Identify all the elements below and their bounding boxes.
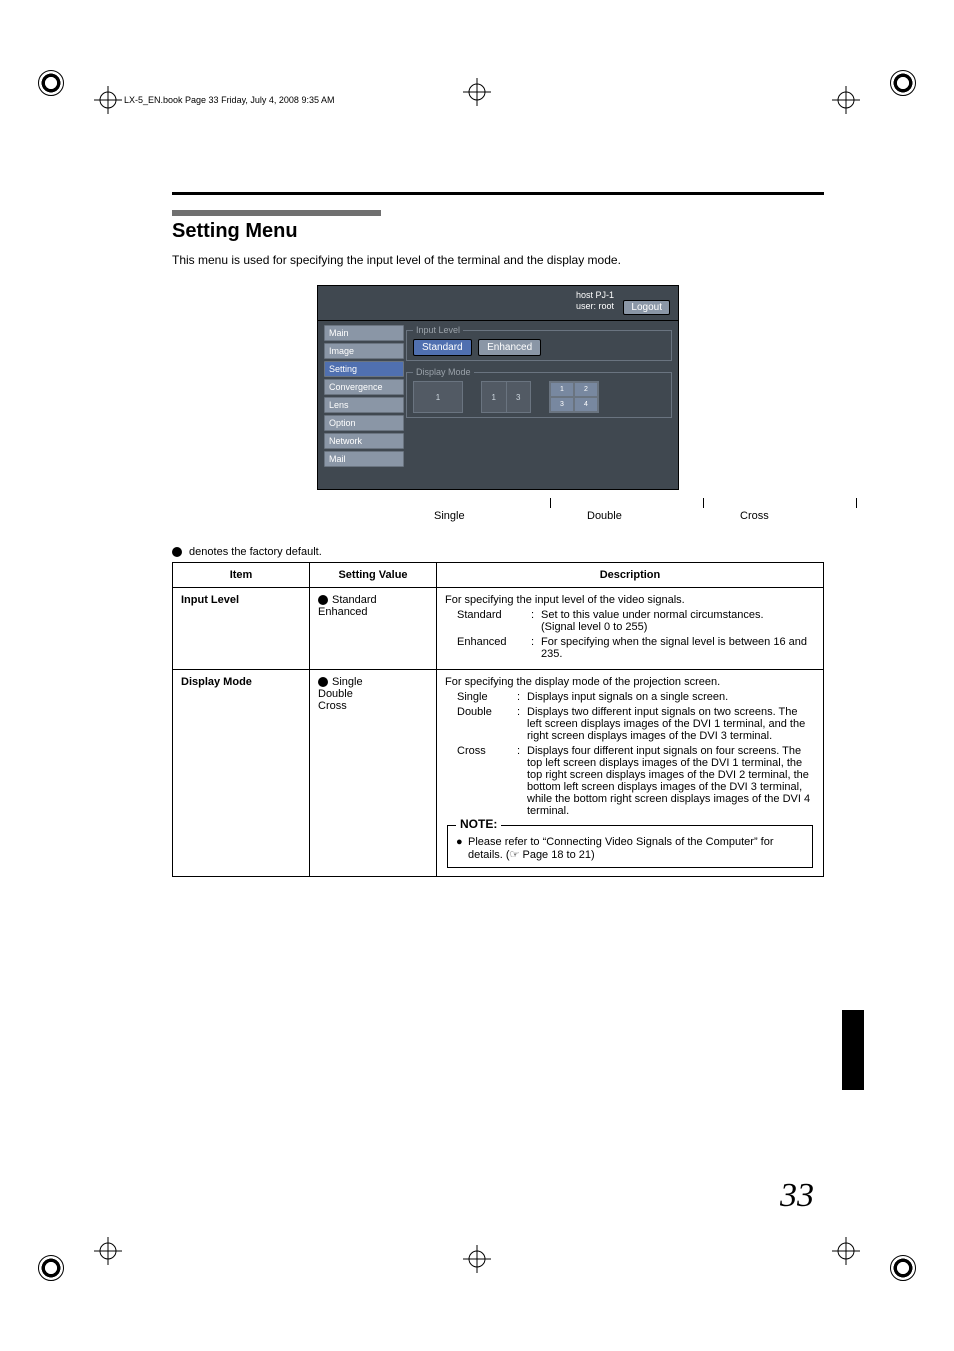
default-dot-icon	[318, 677, 328, 687]
table-row: Display Mode SingleDoubleCross For speci…	[173, 670, 824, 877]
settings-table: Item Setting Value Description Input Lev…	[172, 562, 824, 877]
page-title: Setting Menu	[172, 220, 824, 243]
crop-mark	[38, 1229, 90, 1281]
top-rule	[172, 192, 824, 195]
crop-mark	[38, 70, 90, 122]
th-value: Setting Value	[310, 563, 437, 588]
crop-mark	[864, 1229, 916, 1281]
mode-single: 1	[413, 381, 463, 413]
display-mode-group: Display Mode 1 13 1234	[406, 367, 672, 418]
ui-host-info: host PJ-1user: root	[576, 290, 614, 312]
title-decor	[172, 210, 552, 216]
table-row: Input Level StandardEnhanced For specify…	[173, 588, 824, 670]
nav-setting: Setting	[324, 361, 404, 377]
default-dot-icon	[318, 595, 328, 605]
crop-mark	[864, 70, 916, 122]
ui-screenshot: host PJ-1user: root Logout Main Image Se…	[317, 285, 679, 490]
register-mark	[832, 1237, 860, 1265]
mode-callouts: Single Double Cross	[318, 498, 678, 522]
register-mark	[94, 1237, 122, 1265]
nav-lens: Lens	[324, 397, 404, 413]
page-number: 33	[780, 1177, 814, 1215]
nav-option: Option	[324, 415, 404, 431]
book-header-text: LX-5_EN.book Page 33 Friday, July 4, 200…	[124, 95, 334, 105]
nav-main: Main	[324, 325, 404, 341]
nav-network: Network	[324, 433, 404, 449]
intro-text: This menu is used for specifying the inp…	[172, 253, 824, 267]
register-mark	[463, 78, 491, 106]
register-mark	[463, 1245, 491, 1273]
note-box: NOTE: ●Please refer to “Connecting Video…	[447, 825, 813, 868]
th-desc: Description	[437, 563, 824, 588]
thumb-tab	[842, 1010, 864, 1090]
mode-double: 13	[481, 381, 531, 413]
standard-button: Standard	[413, 339, 472, 356]
logout-button: Logout	[623, 300, 670, 315]
nav-convergence: Convergence	[324, 379, 404, 395]
input-level-group: Input Level Standard Enhanced	[406, 325, 672, 361]
register-mark	[94, 86, 122, 114]
nav-mail: Mail	[324, 451, 404, 467]
default-dot-icon	[172, 547, 182, 557]
th-item: Item	[173, 563, 310, 588]
mode-cross: 1234	[549, 381, 599, 413]
register-mark	[832, 86, 860, 114]
desc-heading: For specifying the display mode of the p…	[445, 676, 815, 688]
enhanced-button: Enhanced	[478, 339, 541, 356]
nav-image: Image	[324, 343, 404, 359]
ui-nav: Main Image Setting Convergence Lens Opti…	[318, 321, 404, 489]
default-note: denotes the factory default.	[172, 546, 824, 558]
desc-heading: For specifying the input level of the vi…	[445, 594, 815, 606]
